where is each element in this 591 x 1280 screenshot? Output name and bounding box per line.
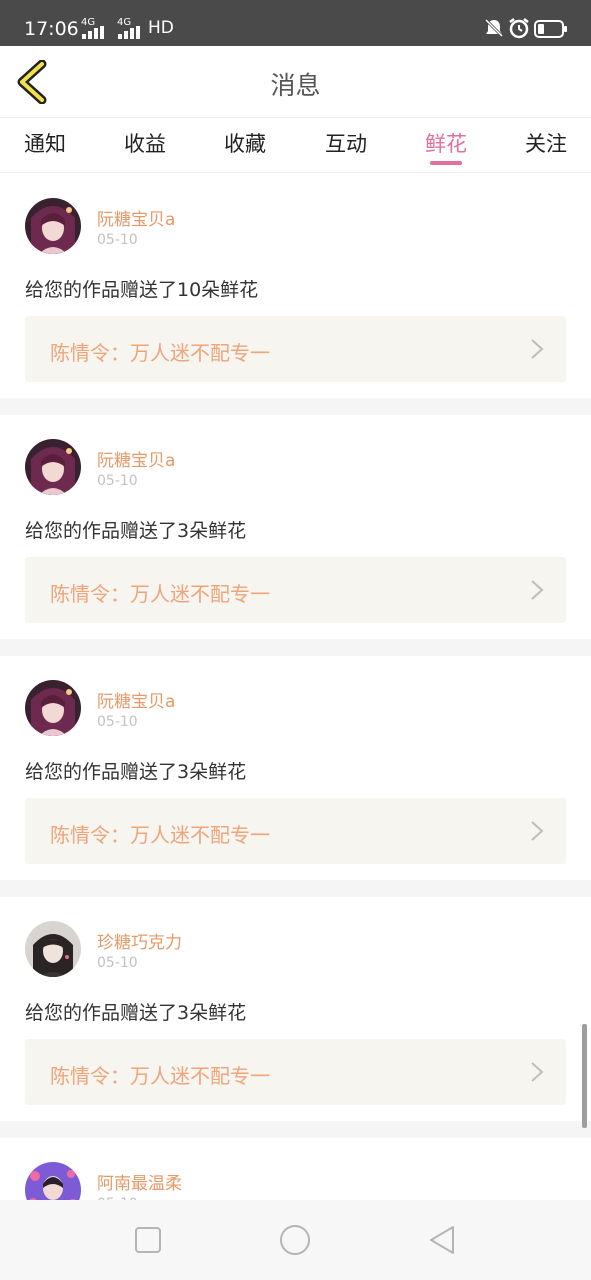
user-name[interactable]: 珍糖巧克力 xyxy=(97,928,182,953)
avatar[interactable] xyxy=(25,680,81,736)
work-link[interactable]: 陈情令：万人迷不配专一 xyxy=(25,1039,566,1105)
header-bar: 消息 xyxy=(0,46,591,118)
work-link[interactable]: 陈情令：万人迷不配专一 xyxy=(25,798,566,864)
divider xyxy=(0,639,591,656)
user-avatar-image xyxy=(25,1162,81,1200)
scrollbar[interactable] xyxy=(582,1024,587,1128)
avatar[interactable] xyxy=(25,439,81,495)
alarm-icon xyxy=(509,18,529,39)
work-title: 陈情令：万人迷不配专一 xyxy=(50,582,270,606)
divider xyxy=(0,880,591,897)
work-title: 陈情令：万人迷不配专一 xyxy=(50,341,270,365)
battery-icon xyxy=(534,20,567,38)
user-name[interactable]: 阮糖宝贝a xyxy=(97,205,175,230)
triangle-back-icon[interactable] xyxy=(425,1222,461,1258)
message-text: 给您的作品赠送了10朵鲜花 xyxy=(25,279,259,301)
signal-icon xyxy=(118,26,140,39)
message-text: 给您的作品赠送了3朵鲜花 xyxy=(25,1002,247,1024)
message-date: 05-10 xyxy=(97,473,138,489)
user-name[interactable]: 阮糖宝贝a xyxy=(97,446,175,471)
message-date: 05-10 xyxy=(97,232,138,248)
divider xyxy=(0,398,591,415)
divider xyxy=(0,1121,591,1138)
chevron-right-icon xyxy=(531,1062,544,1082)
message-card: 珍糖巧克力 05-10 给您的作品赠送了3朵鲜花 陈情令：万人迷不配专一 xyxy=(0,897,591,1121)
page-title: 消息 xyxy=(270,71,321,100)
system-nav-bar xyxy=(0,1200,591,1280)
message-card: 阮糖宝贝a 05-10 给您的作品赠送了10朵鲜花 陈情令：万人迷不配专一 xyxy=(0,174,591,398)
square-recent-icon[interactable] xyxy=(130,1222,166,1258)
user-avatar-image xyxy=(25,198,81,254)
work-link[interactable]: 陈情令：万人迷不配专一 xyxy=(25,557,566,623)
message-date: 05-10 xyxy=(97,714,138,730)
message-card: 阮糖宝贝a 05-10 给您的作品赠送了3朵鲜花 陈情令：万人迷不配专一 xyxy=(0,415,591,639)
message-date: 05-10 xyxy=(97,955,138,971)
tab-favorites[interactable]: 收藏 xyxy=(224,128,266,158)
status-bar: 17:06 4G 4G HD xyxy=(0,0,591,46)
silent-icon xyxy=(484,18,504,38)
message-card: 阮糖宝贝a 05-10 给您的作品赠送了3朵鲜花 陈情令：万人迷不配专一 xyxy=(0,656,591,880)
hd-label: HD xyxy=(148,18,174,38)
user-avatar-image xyxy=(25,680,81,736)
message-text: 给您的作品赠送了3朵鲜花 xyxy=(25,520,247,542)
tab-follows[interactable]: 关注 xyxy=(525,128,567,158)
signal-icon xyxy=(82,26,104,39)
tab-earnings[interactable]: 收益 xyxy=(124,128,166,158)
work-title: 陈情令：万人迷不配专一 xyxy=(50,823,270,847)
user-name[interactable]: 阮糖宝贝a xyxy=(97,687,175,712)
active-tab-indicator xyxy=(430,161,462,165)
message-card: 阿南最温柔 05-10 xyxy=(0,1138,591,1200)
chevron-right-icon xyxy=(531,580,544,600)
tab-flowers[interactable]: 鲜花 xyxy=(425,128,467,158)
tab-interactions[interactable]: 互动 xyxy=(325,128,367,158)
status-time: 17:06 xyxy=(24,18,79,40)
work-link[interactable]: 陈情令：万人迷不配专一 xyxy=(25,316,566,382)
user-avatar-image xyxy=(25,921,81,977)
message-text: 给您的作品赠送了3朵鲜花 xyxy=(25,761,247,783)
tab-notifications[interactable]: 通知 xyxy=(24,128,66,158)
avatar[interactable] xyxy=(25,1162,81,1200)
circle-home-icon[interactable] xyxy=(277,1222,313,1258)
avatar[interactable] xyxy=(25,198,81,254)
avatar[interactable] xyxy=(25,921,81,977)
chevron-right-icon xyxy=(531,339,544,359)
work-title: 陈情令：万人迷不配专一 xyxy=(50,1064,270,1088)
tab-bar: 通知 收益 收藏 互动 鲜花 关注 xyxy=(0,118,591,173)
user-avatar-image xyxy=(25,439,81,495)
user-name[interactable]: 阿南最温柔 xyxy=(97,1169,182,1194)
chevron-right-icon xyxy=(531,821,544,841)
